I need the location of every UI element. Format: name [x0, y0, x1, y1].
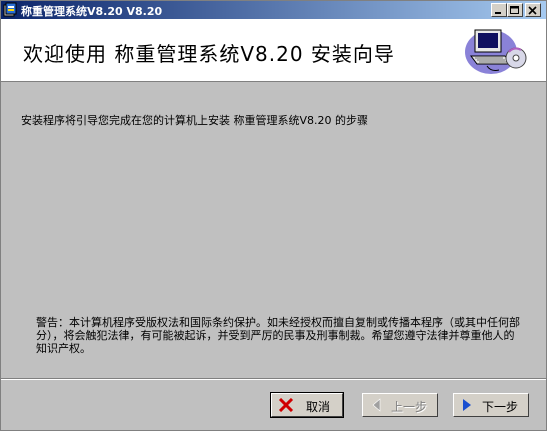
page-title: 欢迎使用 称重管理系统V8.20 安装向导 — [23, 42, 395, 66]
window-title: 称重管理系统V8.20 V8.20 — [21, 5, 163, 18]
intro-text: 安装程序将引导您完成在您的计算机上安装 称重管理系统V8.20 的步骤 — [21, 114, 369, 127]
arrow-right-icon — [463, 399, 471, 411]
copyright-warning: 警告：本计算机程序受版权法和国际条约保护。如未经授权而擅自复制或传播本程序（或其… — [36, 316, 520, 355]
cancel-label: 取消 — [306, 400, 331, 414]
footer-divider — [1, 378, 546, 380]
close-icon — [528, 6, 537, 15]
red-x-icon — [278, 398, 294, 412]
next-button[interactable]: 下一步 — [453, 393, 529, 417]
setup-icon — [3, 2, 19, 18]
arrow-left-icon — [372, 398, 381, 412]
maximize-button[interactable] — [507, 3, 523, 17]
wizard-header: 欢迎使用 称重管理系统V8.20 安装向导 — [1, 19, 546, 82]
installer-window: 称重管理系统V8.20 V8.20 欢迎使用 称重管理系统V8.20 安装向导 — [0, 0, 547, 431]
cancel-button[interactable]: 取消 — [270, 392, 344, 418]
back-button[interactable]: 上一步 — [362, 393, 438, 417]
next-label: 下一步 — [482, 400, 519, 414]
computer-cd-icon — [465, 29, 527, 74]
back-label: 上一步 — [391, 400, 428, 414]
minimize-button[interactable] — [491, 3, 507, 17]
wizard-content: 安装程序将引导您完成在您的计算机上安装 称重管理系统V8.20 的步骤 警告：本… — [1, 82, 546, 378]
minimize-icon — [495, 12, 501, 14]
title-bar[interactable]: 称重管理系统V8.20 V8.20 — [1, 1, 546, 19]
maximize-icon — [510, 6, 519, 14]
close-button[interactable] — [525, 3, 541, 17]
